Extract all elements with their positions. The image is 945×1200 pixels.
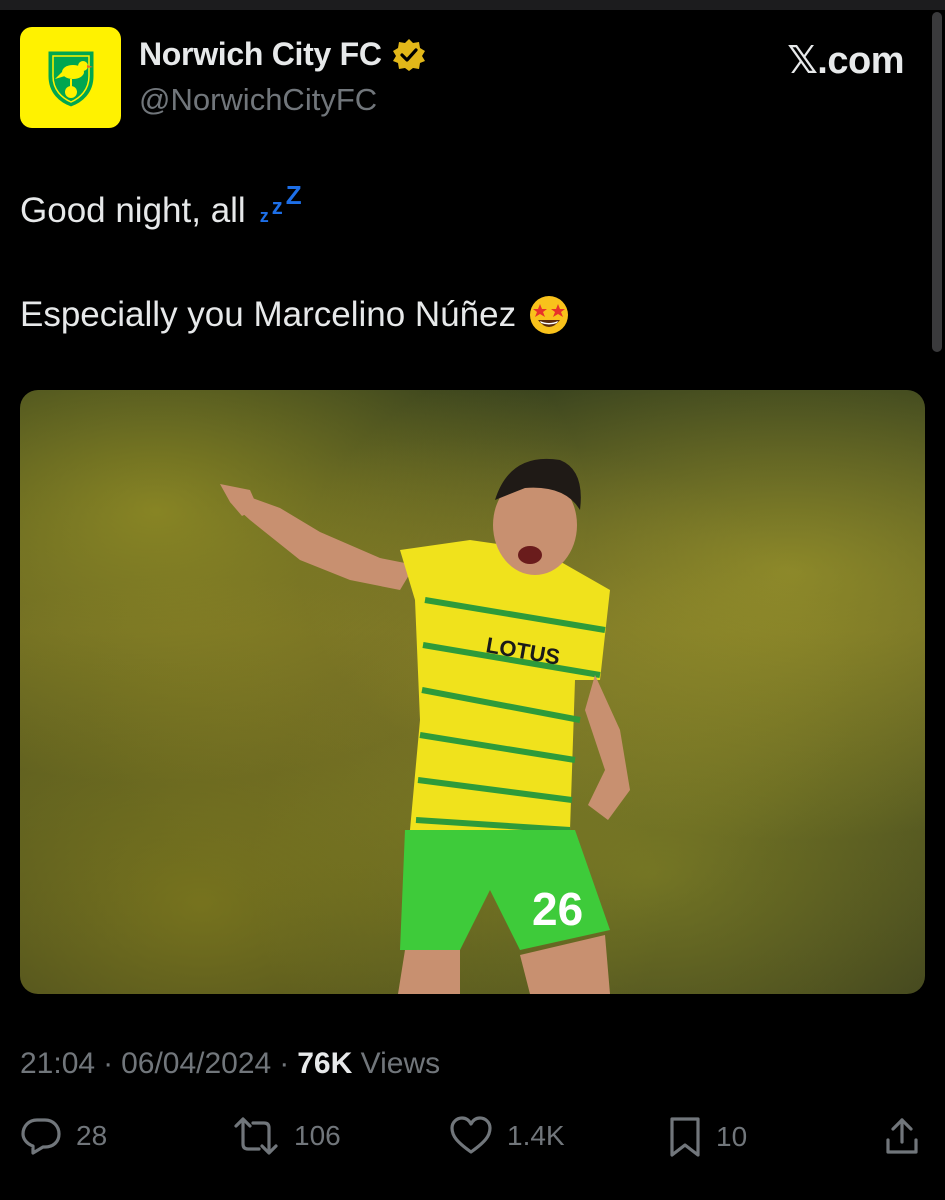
like-button[interactable]: 1.4K [449, 1116, 565, 1156]
post-text-line-1: Good night, all z z Z [20, 180, 308, 234]
reply-icon [21, 1118, 61, 1155]
tweet-card: Norwich City FC @NorwichCityFC 𝕏.com Goo… [0, 0, 945, 1200]
zzz-emoji-icon: z z Z [259, 180, 302, 226]
reply-button[interactable]: 28 [20, 1116, 107, 1156]
top-divider [0, 0, 945, 10]
football-player-photo[interactable]: LOTUS 26 [20, 390, 925, 994]
account-name-row: Norwich City FC [139, 36, 426, 73]
star-struck-emoji-icon [530, 296, 569, 334]
post-text: Especially you Marcelino Núñez [20, 295, 517, 334]
post-text: Good night, all [20, 191, 246, 230]
share-button[interactable] [884, 1116, 920, 1156]
meta-separator: · [279, 1047, 290, 1080]
gold-verified-badge-icon [392, 38, 425, 71]
view-count[interactable]: 76K Views [297, 1047, 440, 1081]
post-text-line-2: Especially you Marcelino Núñez [20, 294, 570, 336]
like-count: 1.4K [507, 1120, 565, 1151]
bookmark-count: 10 [716, 1121, 748, 1152]
heart-icon [450, 1116, 492, 1154]
scrollbar[interactable] [932, 12, 942, 352]
x-brand-label: 𝕏.com [787, 40, 904, 82]
meta-separator: · [103, 1047, 114, 1080]
post-date[interactable]: 06/04/2024 [121, 1047, 271, 1081]
player-figure: LOTUS 26 [220, 458, 630, 994]
views-label: Views [360, 1047, 441, 1080]
bookmark-button[interactable]: 10 [668, 1116, 747, 1158]
bookmark-icon [670, 1117, 700, 1157]
post-time[interactable]: 21:04 [20, 1047, 95, 1081]
post-meta: 21:04 · 06/04/2024 · 76K Views [20, 1047, 440, 1081]
account-handle[interactable]: @NorwichCityFC [139, 82, 377, 118]
repost-icon [234, 1117, 278, 1155]
share-icon [886, 1118, 918, 1154]
avatar[interactable] [20, 27, 121, 128]
norwich-canary-crest-icon [45, 48, 96, 110]
reply-count: 28 [76, 1120, 108, 1151]
account-name[interactable]: Norwich City FC [139, 36, 382, 73]
action-bar: 28 106 1.4K 10 [20, 1116, 925, 1166]
repost-button[interactable]: 106 [232, 1116, 341, 1156]
svg-text:26: 26 [532, 883, 583, 935]
views-number: 76K [297, 1047, 353, 1080]
repost-count: 106 [294, 1120, 341, 1151]
